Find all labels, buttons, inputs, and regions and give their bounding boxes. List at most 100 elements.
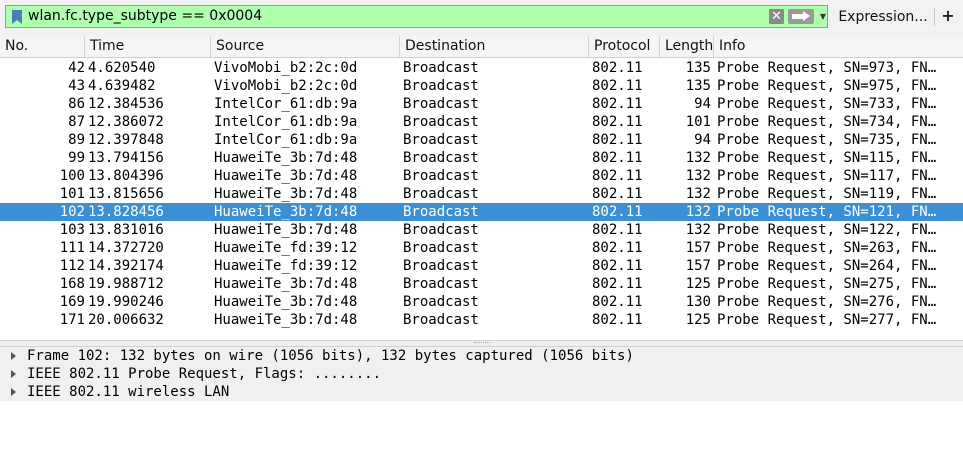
cell-info: Probe Request, SN=122, FN… bbox=[717, 222, 937, 238]
triangle-right-icon[interactable] bbox=[11, 370, 16, 378]
cell-source: HuaweiTe_3b:7d:48 bbox=[214, 312, 358, 328]
cell-info: Probe Request, SN=276, FN… bbox=[717, 294, 937, 310]
add-filter-button[interactable]: + bbox=[938, 5, 958, 27]
cell-protocol: 802.11 bbox=[592, 240, 643, 256]
cell-source: IntelCor_61:db:9a bbox=[214, 132, 358, 148]
cell-length: 157 bbox=[685, 258, 711, 274]
column-header-no[interactable]: No. bbox=[0, 36, 85, 57]
table-row[interactable]: 99 13.794156 HuaweiTe_3b:7d:48 Broadcast 802… bbox=[0, 149, 963, 167]
column-header-protocol[interactable]: Protocol bbox=[589, 36, 660, 57]
table-row[interactable]: 171 20.006632 HuaweiTe_3b:7d:48 Broadcast 80… bbox=[0, 311, 963, 329]
cell-info: Probe Request, SN=115, FN… bbox=[717, 150, 937, 166]
cell-source: IntelCor_61:db:9a bbox=[214, 96, 358, 112]
cell-length: 132 bbox=[685, 150, 711, 166]
detail-tree-item[interactable]: IEEE 802.11 Probe Request, Flags: ......… bbox=[0, 365, 963, 383]
cell-source: HuaweiTe_3b:7d:48 bbox=[214, 294, 358, 310]
cell-no: 86 bbox=[68, 96, 85, 112]
cell-time: 13.804396 bbox=[88, 168, 164, 184]
packet-list[interactable]: No. Time Source Destination Protocol Len… bbox=[0, 36, 963, 341]
cell-destination: Broadcast bbox=[403, 312, 479, 328]
cell-source: HuaweiTe_3b:7d:48 bbox=[214, 222, 358, 238]
cell-source: HuaweiTe_fd:39:12 bbox=[214, 258, 358, 274]
cell-protocol: 802.11 bbox=[592, 258, 643, 274]
display-filter-input[interactable] bbox=[28, 6, 758, 27]
cell-destination: Broadcast bbox=[403, 222, 479, 238]
cell-protocol: 802.11 bbox=[592, 276, 643, 292]
cell-info: Probe Request, SN=117, FN… bbox=[717, 168, 937, 184]
detail-tree-label: IEEE 802.11 wireless LAN bbox=[27, 384, 230, 400]
column-header-length[interactable]: Length bbox=[660, 36, 714, 57]
column-header-destination[interactable]: Destination bbox=[400, 36, 589, 57]
packet-list-header: No. Time Source Destination Protocol Len… bbox=[0, 36, 963, 58]
splitter-grip[interactable] bbox=[474, 342, 490, 345]
table-row[interactable]: 101 13.815656 HuaweiTe_3b:7d:48 Broadcast 80… bbox=[0, 185, 963, 203]
cell-protocol: 802.11 bbox=[592, 186, 643, 202]
table-row[interactable]: 43 4.639482 VivoMobi_b2:2c:0d Broadcast 802.… bbox=[0, 77, 963, 95]
cell-length: 135 bbox=[685, 78, 711, 94]
table-row[interactable]: 111 14.372720 HuaweiTe_fd:39:12 Broadcast 80… bbox=[0, 239, 963, 257]
cell-destination: Broadcast bbox=[403, 276, 479, 292]
detail-tree-label: Frame 102: 132 bytes on wire (1056 bits)… bbox=[27, 348, 634, 364]
cell-no: 100 bbox=[59, 168, 85, 184]
chevron-down-icon[interactable]: ▼ bbox=[819, 9, 827, 24]
cell-destination: Broadcast bbox=[403, 258, 479, 274]
cell-protocol: 802.11 bbox=[592, 96, 643, 112]
column-header-info[interactable]: Info bbox=[714, 36, 963, 57]
cell-no: 42 bbox=[68, 60, 85, 76]
cell-length: 125 bbox=[685, 312, 711, 328]
cell-no: 87 bbox=[68, 114, 85, 130]
table-row-selected[interactable]: 102 13.828456 HuaweiTe_3b:7d:48 Broadcast 80… bbox=[0, 203, 963, 221]
table-row[interactable]: 89 12.397848 IntelCor_61:db:9a Broadcast 802… bbox=[0, 131, 963, 149]
cell-length: 132 bbox=[685, 168, 711, 184]
cell-source: HuaweiTe_3b:7d:48 bbox=[214, 204, 358, 220]
triangle-right-icon[interactable] bbox=[11, 352, 16, 360]
display-filter-box[interactable]: ✕ ▼ bbox=[5, 5, 828, 28]
table-row[interactable]: 100 13.804396 HuaweiTe_3b:7d:48 Broadcast 80… bbox=[0, 167, 963, 185]
bookmark-icon[interactable] bbox=[12, 10, 22, 24]
table-row[interactable]: 112 14.392174 HuaweiTe_fd:39:12 Broadcast 80… bbox=[0, 257, 963, 275]
cell-info: Probe Request, SN=263, FN… bbox=[717, 240, 937, 256]
cell-destination: Broadcast bbox=[403, 294, 479, 310]
table-row[interactable]: 168 19.988712 HuaweiTe_3b:7d:48 Broadcast 80… bbox=[0, 275, 963, 293]
table-row[interactable]: 86 12.384536 IntelCor_61:db:9a Broadcast 802… bbox=[0, 95, 963, 113]
cell-no: 103 bbox=[59, 222, 85, 238]
cell-time: 4.620540 bbox=[88, 60, 156, 76]
cell-time: 19.988712 bbox=[88, 276, 164, 292]
cell-destination: Broadcast bbox=[403, 114, 479, 130]
cell-no: 99 bbox=[68, 150, 85, 166]
table-row[interactable]: 169 19.990246 HuaweiTe_3b:7d:48 Broadcast 80… bbox=[0, 293, 963, 311]
cell-protocol: 802.11 bbox=[592, 150, 643, 166]
detail-tree-item[interactable]: IEEE 802.11 wireless LAN bbox=[0, 383, 963, 401]
table-row[interactable]: 87 12.386072 IntelCor_61:db:9a Broadcast 802… bbox=[0, 113, 963, 131]
cell-source: IntelCor_61:db:9a bbox=[214, 114, 358, 130]
table-row[interactable]: 103 13.831016 HuaweiTe_3b:7d:48 Broadcast 80… bbox=[0, 221, 963, 239]
cell-time: 13.815656 bbox=[88, 186, 164, 202]
cell-protocol: 802.11 bbox=[592, 60, 643, 76]
cell-time: 19.990246 bbox=[88, 294, 164, 310]
cell-no: 111 bbox=[59, 240, 85, 256]
cell-source: HuaweiTe_3b:7d:48 bbox=[214, 276, 358, 292]
cell-info: Probe Request, SN=735, FN… bbox=[717, 132, 937, 148]
cell-destination: Broadcast bbox=[403, 168, 479, 184]
column-header-time[interactable]: Time bbox=[85, 36, 211, 57]
cell-no: 112 bbox=[59, 258, 85, 274]
display-filter-toolbar: ✕ ▼ Expression... + bbox=[0, 0, 963, 37]
cell-source: HuaweiTe_3b:7d:48 bbox=[214, 168, 358, 184]
arrow-right-icon[interactable] bbox=[788, 9, 814, 24]
clear-icon[interactable]: ✕ bbox=[769, 9, 784, 24]
cell-length: 125 bbox=[685, 276, 711, 292]
packet-details-pane[interactable]: Frame 102: 132 bytes on wire (1056 bits)… bbox=[0, 346, 963, 460]
column-header-source[interactable]: Source bbox=[211, 36, 400, 57]
cell-no: 101 bbox=[59, 186, 85, 202]
cell-time: 13.794156 bbox=[88, 150, 164, 166]
cell-source: HuaweiTe_fd:39:12 bbox=[214, 240, 358, 256]
expression-button[interactable]: Expression... bbox=[833, 6, 933, 28]
cell-info: Probe Request, SN=277, FN… bbox=[717, 312, 937, 328]
cell-time: 14.372720 bbox=[88, 240, 164, 256]
triangle-right-icon[interactable] bbox=[11, 388, 16, 396]
cell-destination: Broadcast bbox=[403, 96, 479, 112]
table-row[interactable]: 42 4.620540 VivoMobi_b2:2c:0d Broadcast 802.… bbox=[0, 59, 963, 77]
detail-tree-item[interactable]: Frame 102: 132 bytes on wire (1056 bits)… bbox=[0, 347, 963, 365]
cell-destination: Broadcast bbox=[403, 240, 479, 256]
cell-protocol: 802.11 bbox=[592, 78, 643, 94]
